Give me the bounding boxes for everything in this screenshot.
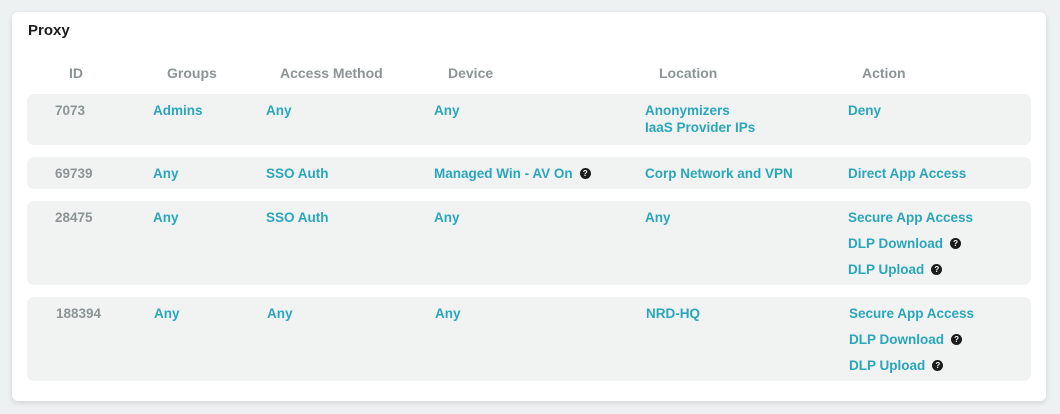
location-link[interactable]: Anonymizers [645,102,755,119]
section-title: Proxy [28,22,70,39]
row-id: 7073 [55,103,86,118]
location-link[interactable]: Corp Network and VPN [645,165,793,182]
location-link[interactable]: NRD-HQ [646,305,700,322]
row-groups-link[interactable]: Any [153,165,179,182]
action-label: Secure App Access [848,210,974,225]
row-id: 28475 [55,210,93,225]
device-label: Managed Win - AV On [434,166,573,181]
action-label: DLP Upload [849,358,926,373]
row-groups-link[interactable]: Any [154,305,180,322]
row-groups-link[interactable]: Any [153,209,179,226]
column-header-action: Action [862,65,906,81]
action-label: Deny [848,103,882,118]
column-header-access-method: Access Method [280,65,383,81]
row-access-method-link[interactable]: Any [266,102,292,119]
row-device-link[interactable]: Any [434,102,460,119]
action-link[interactable]: DLP Download ? [848,235,973,252]
row-device-link[interactable]: Any [435,305,461,322]
action-link[interactable]: Secure App Access [849,305,974,322]
action-link[interactable]: Secure App Access [848,209,973,226]
table-row[interactable]: 28475 Any SSO Auth Any Any Secure App Ac… [27,201,1031,285]
table-row[interactable]: 69739 Any SSO Auth Managed Win - AV On ?… [27,157,1031,189]
action-link[interactable]: Deny [848,102,881,119]
action-label: DLP Upload [848,262,925,277]
action-link[interactable]: Direct App Access [848,165,966,182]
table-row[interactable]: 7073 Admins Any Any Anonymizers IaaS Pro… [27,94,1031,145]
help-icon[interactable]: ? [951,334,963,345]
column-header-id: ID [69,65,83,81]
row-access-method-link[interactable]: SSO Auth [266,209,329,226]
location-link[interactable]: IaaS Provider IPs [645,119,755,136]
row-action: Secure App Access DLP Download ? DLP Upl… [849,305,974,383]
row-access-method-link[interactable]: SSO Auth [266,165,329,182]
help-icon[interactable]: ? [931,264,943,275]
row-id: 69739 [55,166,93,181]
row-action: Deny [848,102,881,128]
action-link[interactable]: DLP Upload ? [848,261,973,278]
row-action: Direct App Access [848,165,966,191]
action-link[interactable]: DLP Download ? [849,331,974,348]
proxy-policy-card: Proxy ID Groups Access Method Device Loc… [12,12,1046,401]
column-header-device: Device [448,65,494,81]
action-label: Secure App Access [849,306,975,321]
row-action: Secure App Access DLP Download ? DLP Upl… [848,209,973,287]
action-link[interactable]: DLP Upload ? [849,357,974,374]
column-header-groups: Groups [167,65,217,81]
action-label: Direct App Access [848,166,967,181]
row-device-link[interactable]: Any [434,209,460,226]
row-access-method-link[interactable]: Any [267,305,293,322]
row-id: 188394 [56,306,102,321]
help-icon[interactable]: ? [932,360,944,371]
action-label: DLP Download [848,236,944,251]
table-header: ID Groups Access Method Device Location … [12,65,1046,85]
row-groups-link[interactable]: Admins [153,102,203,119]
row-location: Anonymizers IaaS Provider IPs [645,102,755,136]
row-device: Managed Win - AV On ? [434,165,591,191]
location-link[interactable]: Any [645,209,671,226]
help-icon[interactable]: ? [579,168,591,179]
device-link[interactable]: Managed Win - AV On ? [434,165,591,182]
table-row[interactable]: 188394 Any Any Any NRD-HQ Secure App Acc… [27,297,1031,381]
column-header-location: Location [659,65,718,81]
action-label: DLP Download [849,332,945,347]
help-icon[interactable]: ? [950,238,962,249]
